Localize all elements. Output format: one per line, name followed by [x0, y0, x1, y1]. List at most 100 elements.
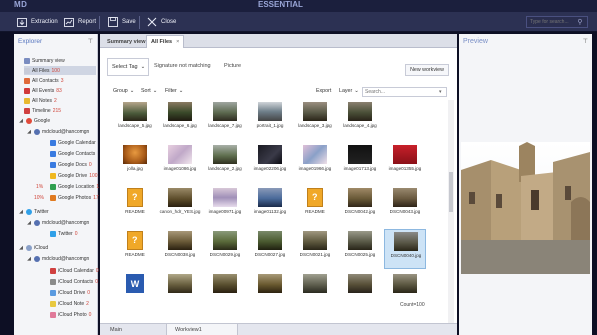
- file-item[interactable]: DSCN0025.jpg: [339, 229, 381, 269]
- chevron-down-icon[interactable]: ▾: [439, 89, 442, 95]
- tab-workview1[interactable]: Workview1: [166, 324, 238, 335]
- file-item[interactable]: [294, 272, 336, 312]
- tree-item-icloud-contacts[interactable]: iCloud Contacts 0: [50, 277, 98, 286]
- tree-item-icloud-account[interactable]: ◢ mdcloud@hancomgn: [26, 254, 89, 263]
- new-workview-button[interactable]: New workview: [405, 64, 449, 76]
- tree-item-google-drive[interactable]: Google Drive 100: [50, 171, 98, 180]
- sort-dropdown[interactable]: Sort ⌄: [141, 88, 157, 94]
- select-tag-dropdown[interactable]: Select Tag ⌄: [107, 58, 149, 76]
- tree-item-all-events[interactable]: All Events 83: [24, 86, 62, 95]
- file-item[interactable]: image01355.jpg: [384, 143, 426, 183]
- export-button[interactable]: Export: [316, 88, 331, 94]
- expand-arrow-icon[interactable]: ◢: [26, 256, 32, 262]
- file-item[interactable]: image01966.jpg: [294, 143, 336, 183]
- pin-icon[interactable]: ⊤: [583, 38, 588, 45]
- tree-item-icloud-drive[interactable]: iCloud Drive 0: [50, 288, 90, 297]
- expand-arrow-icon[interactable]: ◢: [18, 245, 24, 251]
- file-item[interactable]: landscape_2.jpg: [204, 143, 246, 183]
- tree-item-google-account[interactable]: ◢ mdcloud@hancomgn: [26, 127, 89, 136]
- tree-item-icloud[interactable]: ◢ iCloud: [18, 243, 48, 252]
- file-item[interactable]: DSCN0043.jpg: [384, 186, 426, 226]
- tree-item-all-contacts[interactable]: All Contacts 3: [24, 76, 63, 85]
- tree-item-google-calendar[interactable]: Google Calendar: [50, 138, 96, 147]
- file-item[interactable]: DSCN0038.jpg: [159, 229, 201, 269]
- tab-summary-view[interactable]: Summary view: [103, 35, 150, 48]
- tree-item-twitter-account[interactable]: ◢ mdcloud@hancomgn: [26, 218, 89, 227]
- file-item[interactable]: image01132.jpg: [249, 186, 291, 226]
- file-item[interactable]: image01713.jpg: [339, 143, 381, 183]
- tab-label: All Files: [151, 39, 173, 45]
- tree-item-twitter-data[interactable]: Twitter 0: [50, 229, 78, 238]
- tree-item-google[interactable]: ◢ Google: [18, 116, 50, 125]
- global-search[interactable]: ⚲: [526, 16, 588, 28]
- picture-filter[interactable]: Picture: [224, 63, 241, 69]
- group-dropdown[interactable]: Group ⌄: [113, 88, 134, 94]
- file-name: image01132.jpg: [253, 209, 287, 214]
- expand-arrow-icon[interactable]: ◢: [26, 129, 32, 135]
- report-button[interactable]: Report: [63, 14, 96, 30]
- save-button[interactable]: Save: [107, 14, 136, 30]
- file-item[interactable]: README: [114, 186, 156, 226]
- grid-scrollbar[interactable]: [448, 100, 454, 325]
- tree-item-twitter[interactable]: ◢ Twitter: [18, 207, 49, 216]
- tree-item-count: 83: [56, 87, 62, 94]
- file-item[interactable]: [339, 272, 381, 312]
- tree-item-summary[interactable]: Summary view: [24, 56, 65, 65]
- tree-item-google-docs[interactable]: Google Docs 0: [50, 160, 92, 169]
- file-item[interactable]: DSCN0042.jpg: [339, 186, 381, 226]
- close-button[interactable]: Close: [146, 14, 176, 30]
- scrollbar-thumb[interactable]: [449, 172, 453, 212]
- file-item[interactable]: README: [114, 229, 156, 269]
- global-search-input[interactable]: [527, 17, 575, 27]
- file-item[interactable]: landscape_7.jpg: [204, 100, 246, 140]
- expand-arrow-icon[interactable]: ◢: [26, 220, 32, 226]
- file-item[interactable]: image01086.jpg: [159, 143, 201, 183]
- tab-main[interactable]: Main: [102, 324, 130, 335]
- tree-item-google-location[interactable]: 1% Google Location 1: [36, 182, 99, 191]
- file-item[interactable]: [249, 272, 291, 312]
- file-item-selected[interactable]: DSCN0040.jpg: [384, 229, 426, 269]
- expand-arrow-icon[interactable]: ◢: [18, 118, 24, 124]
- tab-close-icon[interactable]: ×: [176, 39, 179, 45]
- expand-arrow-icon[interactable]: ◢: [18, 209, 24, 215]
- file-item[interactable]: image00971.jpg: [204, 186, 246, 226]
- tree-item-count: 3: [60, 77, 64, 84]
- tree-item-all-notes[interactable]: All Notes 2: [24, 96, 57, 105]
- file-item[interactable]: [159, 272, 201, 312]
- file-item[interactable]: landscape_4.jpg: [339, 100, 381, 140]
- file-item[interactable]: DSCN0029.jpg: [204, 229, 246, 269]
- file-item[interactable]: canon_hdr_YES.jpg: [159, 186, 201, 226]
- tree-item-icloud-photo[interactable]: iCloud Photo 0: [50, 310, 91, 319]
- tree-item-google-contacts[interactable]: Google Contacts: [50, 149, 95, 158]
- tree-item-all-files[interactable]: All Files 100: [24, 66, 96, 75]
- extraction-button[interactable]: Extraction: [16, 14, 58, 30]
- grid-search-input[interactable]: [363, 88, 439, 96]
- file-item[interactable]: landscape_5.jpg: [114, 100, 156, 140]
- search-icon[interactable]: ⚲: [575, 18, 585, 26]
- tab-all-files[interactable]: All Files ×: [146, 35, 185, 48]
- layer-dropdown[interactable]: Layer ⌄: [339, 88, 359, 94]
- file-item[interactable]: jolla.jpg: [114, 143, 156, 183]
- file-item[interactable]: DSCN0027.jpg: [249, 229, 291, 269]
- file-item[interactable]: README: [294, 186, 336, 226]
- tree-item-google-photos[interactable]: 10% Google Photos 17: [34, 193, 99, 202]
- tree-item-timeline[interactable]: Timeline 215: [24, 106, 61, 115]
- signature-filter[interactable]: Signature not matching: [154, 63, 211, 69]
- file-item[interactable]: image02206.jpg: [249, 143, 291, 183]
- file-item[interactable]: [204, 272, 246, 312]
- file-name: DSCN0029.jpg: [209, 252, 241, 257]
- close-icon: [146, 17, 157, 27]
- grid-search[interactable]: ▾: [362, 87, 447, 97]
- tree-item-count: 1: [96, 183, 100, 190]
- filter-dropdown[interactable]: Filter ⌄: [165, 88, 183, 94]
- file-item[interactable]: W: [114, 272, 156, 312]
- pin-icon[interactable]: ⊤: [88, 38, 93, 45]
- file-item[interactable]: DSCN0021.jpg: [294, 229, 336, 269]
- tree-item-icloud-calendar[interactable]: iCloud Calendar 0: [50, 266, 99, 275]
- file-item[interactable]: landscape_3.jpg: [294, 100, 336, 140]
- tree-item-icloud-note[interactable]: iCloud Note 2: [50, 299, 89, 308]
- file-thumbnail: [393, 145, 417, 164]
- file-item[interactable]: portrait_1.jpg: [249, 100, 291, 140]
- file-item[interactable]: landscape_6.jpg: [159, 100, 201, 140]
- chevron-down-icon: ⌄: [178, 88, 184, 94]
